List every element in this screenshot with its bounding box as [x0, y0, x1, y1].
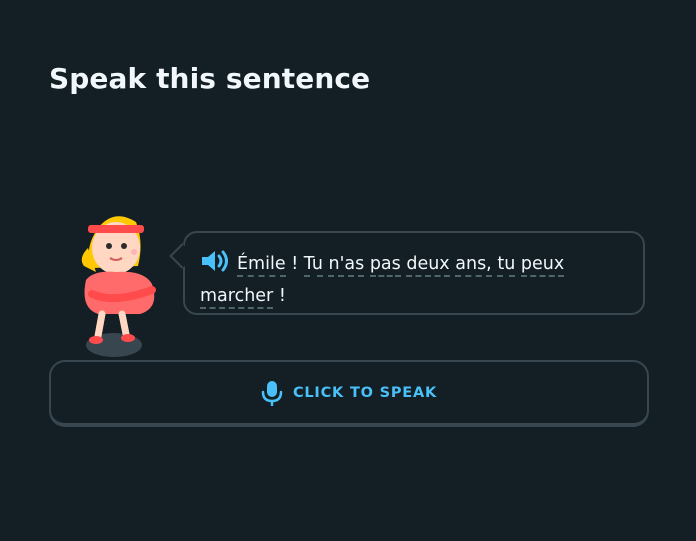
sentence-word[interactable]: Émile — [237, 254, 286, 277]
speak-exercise-page: Speak this sentence Émile ! Tu n'as pas — [0, 0, 696, 541]
sentence-word[interactable]: ans, — [455, 254, 492, 277]
sentence-word[interactable]: peux — [520, 254, 565, 277]
sentence-word[interactable]: pas — [369, 254, 401, 277]
sentence-word[interactable]: Tu — [303, 254, 323, 277]
speech-bubble-tail — [169, 243, 195, 269]
sentence-word[interactable]: deux — [406, 254, 450, 277]
sentence-text: Émile ! Tu n'as pas deux ans, tu peux ma… — [200, 248, 630, 312]
sentence-word[interactable]: marcher — [200, 286, 274, 309]
sentence-word[interactable]: tu — [497, 254, 516, 277]
speech-bubble: Émile ! Tu n'as pas deux ans, tu peux ma… — [169, 231, 645, 315]
sentence-word: ! — [278, 286, 286, 306]
sentence-word[interactable]: n'as — [328, 254, 365, 277]
microphone-icon — [261, 380, 283, 406]
sentence-word: ! — [291, 254, 299, 274]
click-to-speak-label: CLICK TO SPEAK — [292, 384, 438, 401]
character-illustration — [81, 216, 156, 357]
click-to-speak-button[interactable]: CLICK TO SPEAK — [49, 360, 649, 427]
page-title: Speak this sentence — [49, 62, 371, 95]
